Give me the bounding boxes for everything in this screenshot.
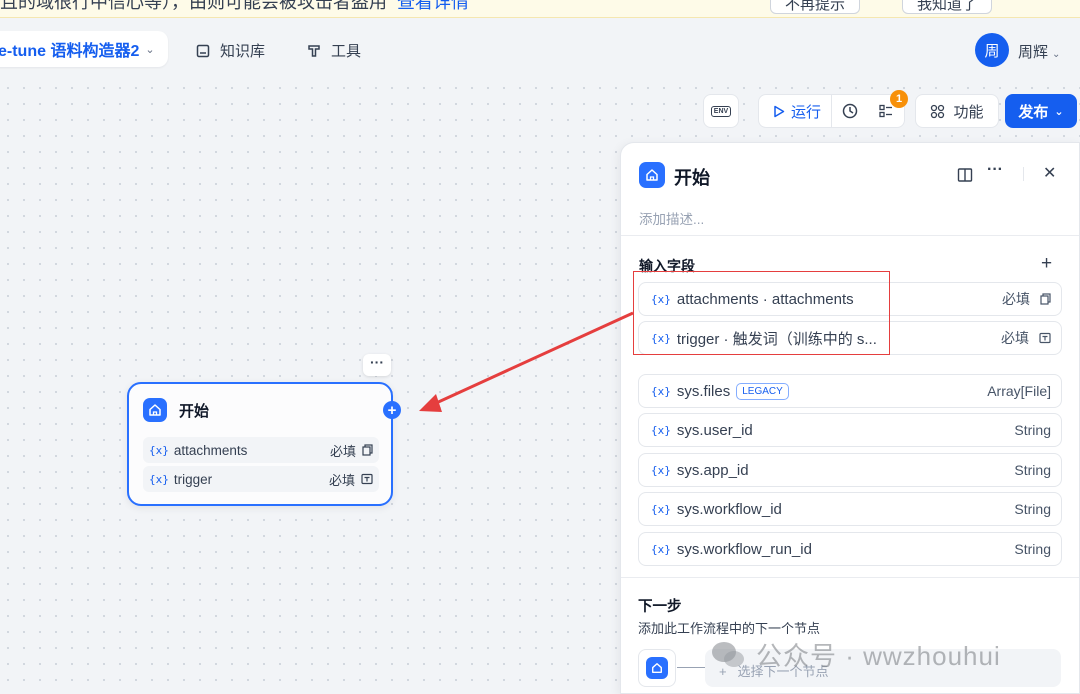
avatar[interactable]: 周	[975, 33, 1009, 67]
clock-play-icon	[842, 103, 858, 119]
text-icon	[361, 473, 373, 485]
feature-label: 功能	[953, 103, 984, 121]
next-step-source	[638, 649, 676, 687]
field-sys-app-id[interactable]: {x} sys.app_id String	[638, 453, 1062, 487]
annotation-highlight-box	[633, 271, 890, 355]
home-icon	[143, 398, 167, 422]
connector-line	[677, 667, 705, 668]
file-icon	[1040, 293, 1051, 305]
field-type: String	[1014, 501, 1051, 517]
field-type: String	[1014, 422, 1051, 438]
field-sys-workflow-run-id[interactable]: {x} sys.workflow_run_id String	[638, 532, 1062, 566]
close-icon[interactable]: ✕	[1043, 163, 1056, 183]
variable-icon: {x}	[651, 423, 671, 437]
node-var-trigger: {x} trigger 必填	[143, 466, 379, 492]
banner-text: 且的域很行中信心等），由则可能会被攻击者盗用 查看详情	[0, 0, 469, 14]
play-icon	[774, 105, 785, 117]
node-var-name: trigger	[173, 471, 213, 487]
run-label: 运行	[791, 103, 822, 121]
field-name: sys.user_id	[676, 421, 753, 439]
wechat-icon	[712, 641, 744, 667]
panel-title: 开始	[674, 168, 710, 188]
book-icon	[196, 44, 210, 57]
field-name: sys.app_id	[676, 461, 749, 479]
app-selector[interactable]: e-tune 语料构造器2 ⌄	[0, 31, 168, 67]
field-type: Array[File]	[987, 383, 1051, 399]
file-icon	[362, 444, 373, 456]
nav-tools[interactable]: 工具	[307, 40, 361, 61]
field-meta: 必填	[1001, 328, 1051, 348]
field-name: sys.files	[676, 382, 731, 400]
nav-knowledge[interactable]: 知识库	[196, 40, 265, 61]
start-node[interactable]: 开始 {x} attachments 必填 {x} trigger 必填	[127, 382, 393, 506]
username: 周辉	[1018, 44, 1049, 61]
run-button[interactable]: 运行	[759, 95, 833, 127]
required-label: 必填	[1002, 291, 1030, 307]
home-icon	[646, 657, 668, 679]
variable-icon: {x}	[149, 443, 169, 457]
panel-divider	[1023, 167, 1024, 181]
field-name: sys.workflow_id	[676, 500, 782, 518]
history-button[interactable]	[832, 95, 868, 127]
banner-ack-button[interactable]: 我知道了	[902, 0, 993, 14]
variable-icon: {x}	[651, 384, 671, 398]
node-header: 开始	[143, 398, 209, 422]
description-input[interactable]: 添加描述...	[639, 208, 704, 228]
notice-banner: 且的域很行中信心等），由则可能会被攻击者盗用 查看详情 不再提示 我知道了	[0, 0, 1080, 18]
run-group: 运行	[758, 94, 905, 128]
next-step-title: 下一步	[638, 599, 682, 615]
chevron-down-icon: ⌄	[1052, 49, 1061, 60]
chevron-down-icon: ⌄	[145, 43, 155, 56]
node-config-panel: 开始 ··· ✕ 添加描述... 输入字段 + {x} attachments …	[620, 142, 1080, 694]
nav-knowledge-label: 知识库	[220, 43, 266, 60]
feature-button[interactable]: 功能	[915, 94, 999, 128]
node-title: 开始	[179, 402, 210, 420]
required-label: 必填	[1001, 330, 1029, 346]
env-icon: ENV	[710, 105, 732, 117]
add-node-handle[interactable]: +	[383, 401, 401, 419]
more-icon[interactable]: ···	[987, 161, 1003, 179]
tool-icon	[308, 44, 320, 57]
field-sys-user-id[interactable]: {x} sys.user_id String	[638, 413, 1062, 447]
checklist-icon	[879, 104, 893, 118]
banner-message: 且的域很行中信心等），由则可能会被攻击者盗用	[0, 0, 387, 12]
node-var-attachments: {x} attachments 必填	[143, 437, 379, 463]
field-sys-workflow-id[interactable]: {x} sys.workflow_id String	[638, 492, 1062, 526]
watermark-text: 公众号 · wwzhouhui	[756, 641, 1001, 671]
nav-tools-label: 工具	[331, 43, 362, 60]
next-step-description: 添加此工作流程中的下一个节点	[638, 621, 821, 636]
node-var-name: attachments	[173, 442, 248, 458]
chevron-down-icon: ⌄	[1054, 105, 1064, 118]
banner-dismiss-button[interactable]: 不再提示	[770, 0, 861, 14]
variable-icon: {x}	[651, 502, 671, 516]
node-more-button[interactable]: ···	[363, 354, 391, 376]
variable-icon: {x}	[651, 542, 671, 556]
app-header: e-tune 语料构造器2 ⌄ 知识库 工具 周 周辉 ⌄	[0, 18, 1080, 80]
user-menu[interactable]: 周辉 ⌄	[1018, 41, 1060, 62]
variable-icon: {x}	[651, 463, 671, 477]
legacy-badge: LEGACY	[736, 382, 789, 400]
divider	[621, 235, 1079, 236]
watermark: 公众号 · wwzhouhui	[710, 636, 1001, 673]
publish-button[interactable]: 发布 ⌄	[1005, 94, 1077, 128]
issue-count-badge: 1	[890, 90, 908, 108]
field-sys-files[interactable]: {x} sys.files LEGACY Array[File]	[638, 374, 1062, 408]
field-meta: 必填	[1002, 289, 1051, 309]
home-icon	[639, 162, 665, 188]
field-name: sys.workflow_run_id	[676, 540, 812, 558]
field-type: String	[1014, 462, 1051, 478]
env-button[interactable]: ENV	[703, 94, 739, 128]
banner-details-link[interactable]: 查看详情	[397, 0, 469, 12]
required-label: 必填	[329, 443, 356, 459]
variable-icon: {x}	[149, 472, 169, 486]
field-type: String	[1014, 541, 1051, 557]
text-icon	[1039, 332, 1051, 344]
app-name: e-tune 语料构造器2	[0, 43, 140, 60]
divider	[621, 577, 1079, 578]
book-open-icon[interactable]	[957, 167, 973, 183]
required-label: 必填	[328, 472, 355, 488]
grid-icon	[931, 104, 945, 118]
add-field-icon[interactable]: +	[1041, 253, 1052, 275]
publish-label: 发布	[1018, 103, 1049, 121]
